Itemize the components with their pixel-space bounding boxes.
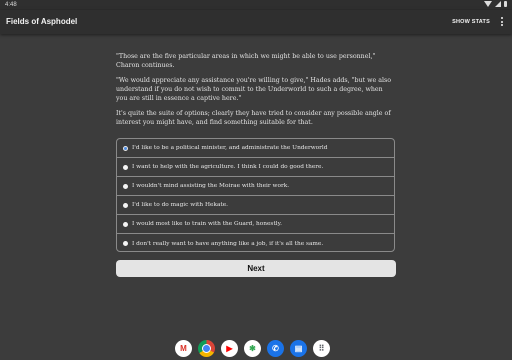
radio-button[interactable] — [123, 183, 128, 189]
app-bar: Fields of Asphodel SHOW STATS — [0, 10, 512, 34]
choice-label: I don't really want to have anything lik… — [132, 240, 324, 247]
choice-option[interactable]: I don't really want to have anything lik… — [117, 234, 394, 253]
radio-button[interactable] — [123, 241, 128, 246]
radio-button[interactable] — [123, 221, 128, 227]
app-drawer-icon[interactable]: ⠿ — [313, 340, 330, 357]
choice-label: I want to help with the agriculture. I t… — [132, 164, 324, 170]
status-bar: 4:48 — [0, 0, 512, 10]
battery-icon — [504, 1, 507, 7]
choice-label: I would most like to train with the Guar… — [132, 221, 282, 227]
radio-button[interactable] — [123, 164, 128, 170]
story-text: "Those are the five particular areas in … — [116, 52, 396, 133]
choice-option[interactable]: I would most like to train with the Guar… — [117, 215, 394, 234]
phone-icon[interactable]: ✆ — [267, 340, 284, 357]
choice-option[interactable]: I want to help with the agriculture. I t… — [117, 158, 394, 177]
youtube-icon[interactable]: ▶ — [221, 340, 238, 357]
photos-icon[interactable]: ✱ — [244, 340, 261, 357]
status-time: 4:48 — [5, 2, 17, 8]
choice-label: I'd like to be a political minister, and… — [132, 145, 328, 151]
choice-label: I wouldn't mind assisting the Moirae wit… — [132, 183, 290, 189]
show-stats-button[interactable]: SHOW STATS — [452, 19, 490, 25]
choice-option[interactable]: I'd like to do magic with Hekate. — [117, 196, 394, 215]
wifi-icon — [484, 1, 492, 7]
system-icons — [484, 1, 507, 7]
overflow-menu-icon[interactable] — [501, 17, 504, 26]
messages-icon[interactable]: ▤ — [290, 340, 307, 357]
dock-apps: M ▶ ✱ ✆ ▤ ⠿ — [175, 340, 330, 357]
choice-option[interactable]: I'd like to be a political minister, and… — [117, 139, 394, 158]
gmail-icon[interactable]: M — [175, 340, 192, 357]
signal-icon — [495, 1, 501, 7]
choice-list: I'd like to be a political minister, and… — [116, 138, 395, 252]
chrome-icon[interactable] — [198, 340, 215, 357]
next-button[interactable]: Next — [116, 260, 396, 277]
story-paragraph: It's quite the suite of options; clearly… — [116, 110, 391, 126]
story-paragraph: "Those are the five particular areas in … — [116, 53, 376, 69]
radio-button[interactable] — [123, 202, 128, 208]
choice-label: I'd like to do magic with Hekate. — [132, 202, 229, 208]
story-paragraph: "We would appreciate any assistance you'… — [116, 77, 392, 102]
app-title: Fields of Asphodel — [6, 17, 78, 26]
app-dock: M ▶ ✱ ✆ ▤ ⠿ — [0, 337, 512, 360]
choice-option[interactable]: I wouldn't mind assisting the Moirae wit… — [117, 177, 394, 196]
radio-button[interactable] — [123, 145, 128, 151]
